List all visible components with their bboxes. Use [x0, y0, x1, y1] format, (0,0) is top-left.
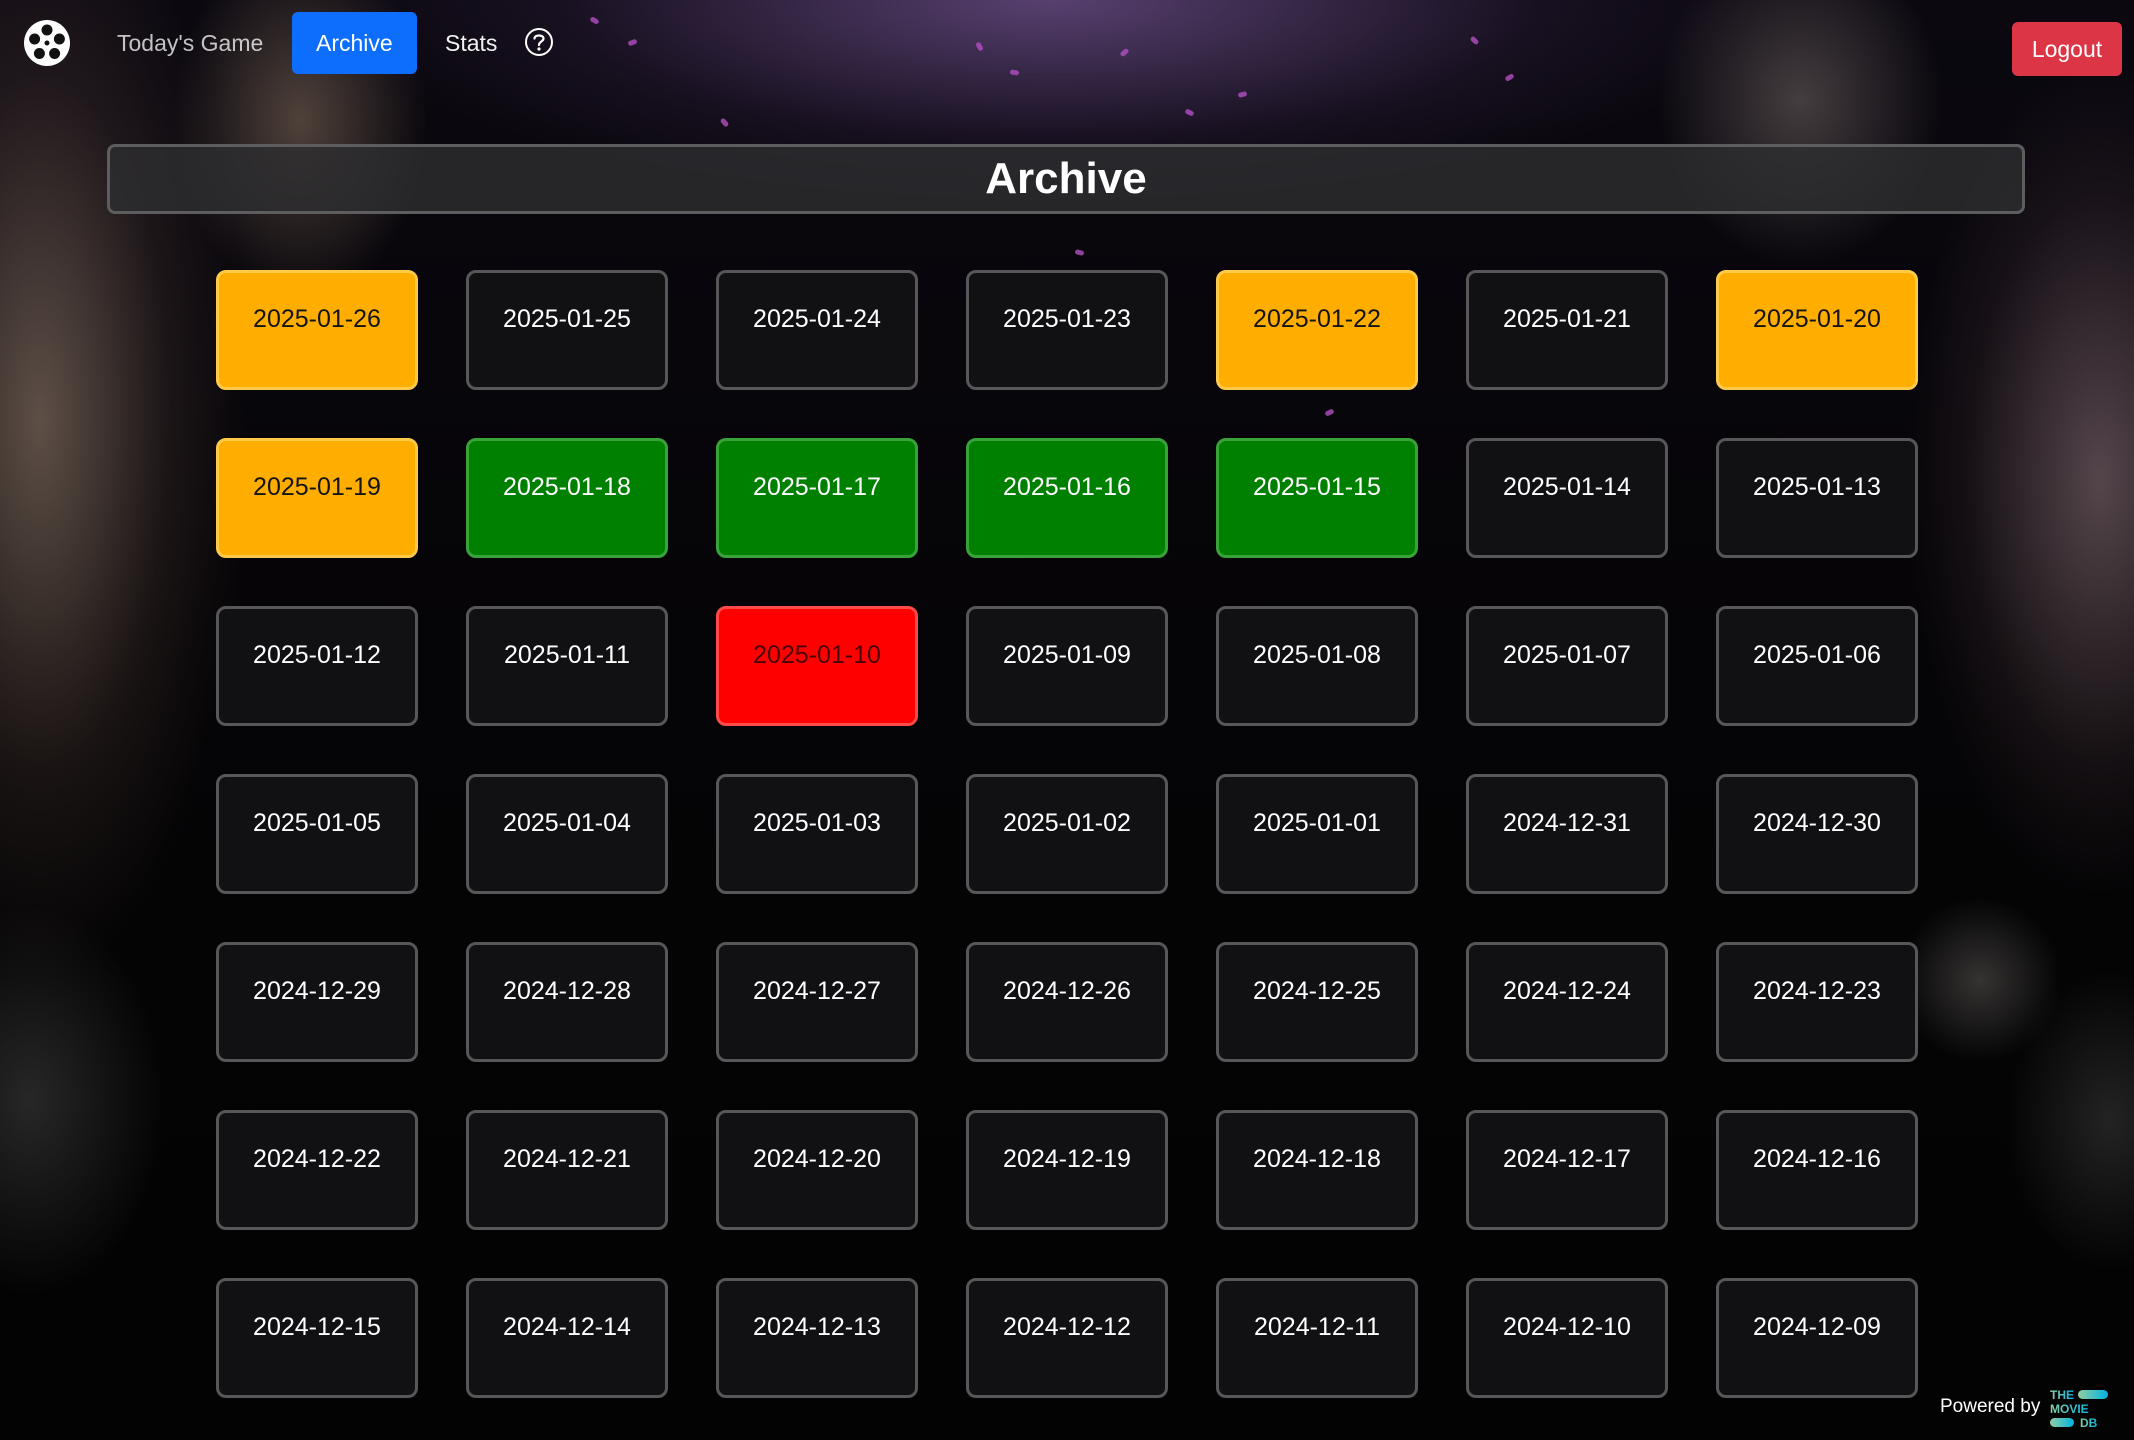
date-tile[interactable]: 2025-01-01	[1216, 774, 1418, 894]
logout-button[interactable]: Logout	[2012, 22, 2122, 76]
date-tile[interactable]: 2025-01-25	[466, 270, 668, 390]
page-title-bar: Archive	[107, 144, 2025, 214]
date-tile[interactable]: 2025-01-16	[966, 438, 1168, 558]
date-tile[interactable]: 2025-01-02	[966, 774, 1168, 894]
powered-by-label: Powered by	[1940, 1396, 2041, 1417]
date-tile[interactable]: 2024-12-29	[216, 942, 418, 1062]
date-tile[interactable]: 2025-01-06	[1716, 606, 1918, 726]
date-tile[interactable]: 2025-01-04	[466, 774, 668, 894]
date-tile[interactable]: 2024-12-18	[1216, 1110, 1418, 1230]
nav-archive[interactable]: Archive	[292, 12, 417, 74]
date-tile[interactable]: 2024-12-17	[1466, 1110, 1668, 1230]
date-tile[interactable]: 2024-12-26	[966, 942, 1168, 1062]
date-tile[interactable]: 2025-01-05	[216, 774, 418, 894]
film-reel-icon[interactable]	[22, 18, 72, 68]
date-tile[interactable]: 2024-12-30	[1716, 774, 1918, 894]
date-tile[interactable]: 2024-12-11	[1216, 1278, 1418, 1398]
date-tile[interactable]: 2025-01-03	[716, 774, 918, 894]
date-tile[interactable]: 2025-01-22	[1216, 270, 1418, 390]
date-tile[interactable]: 2025-01-19	[216, 438, 418, 558]
date-tile[interactable]: 2025-01-10	[716, 606, 918, 726]
date-tile[interactable]: 2024-12-16	[1716, 1110, 1918, 1230]
date-tile[interactable]: 2025-01-14	[1466, 438, 1668, 558]
date-tile[interactable]: 2025-01-07	[1466, 606, 1668, 726]
date-tile[interactable]: 2025-01-09	[966, 606, 1168, 726]
date-tile[interactable]: 2024-12-09	[1716, 1278, 1918, 1398]
tmdb-logo-line2: MOVIE	[2050, 1402, 2089, 1416]
date-tile[interactable]: 2024-12-10	[1466, 1278, 1668, 1398]
date-tile[interactable]: 2025-01-12	[216, 606, 418, 726]
tmdb-logo-icon[interactable]: THE MOVIE DB	[2048, 1386, 2110, 1430]
date-tile[interactable]: 2024-12-15	[216, 1278, 418, 1398]
date-tile[interactable]: 2024-12-20	[716, 1110, 918, 1230]
date-tile[interactable]: 2024-12-22	[216, 1110, 418, 1230]
date-tile[interactable]: 2024-12-25	[1216, 942, 1418, 1062]
date-tile[interactable]: 2025-01-11	[466, 606, 668, 726]
date-tile[interactable]: 2025-01-17	[716, 438, 918, 558]
navbar: Today's Game Archive Stats Logout	[0, 0, 2134, 88]
date-tile[interactable]: 2025-01-26	[216, 270, 418, 390]
nav-stats[interactable]: Stats	[445, 12, 497, 74]
date-tile[interactable]: 2025-01-13	[1716, 438, 1918, 558]
archive-date-grid: 2025-01-26 2025-01-25 2025-01-24 2025-01-23…	[216, 270, 1920, 1398]
date-tile[interactable]: 2025-01-23	[966, 270, 1168, 390]
date-tile[interactable]: 2024-12-27	[716, 942, 918, 1062]
date-tile[interactable]: 2025-01-24	[716, 270, 918, 390]
date-tile[interactable]: 2025-01-20	[1716, 270, 1918, 390]
date-tile[interactable]: 2024-12-28	[466, 942, 668, 1062]
date-tile[interactable]: 2024-12-14	[466, 1278, 668, 1398]
date-tile[interactable]: 2025-01-08	[1216, 606, 1418, 726]
date-tile[interactable]: 2024-12-19	[966, 1110, 1168, 1230]
date-tile[interactable]: 2025-01-18	[466, 438, 668, 558]
tmdb-logo-line1: THE	[2050, 1388, 2074, 1402]
date-tile[interactable]: 2024-12-24	[1466, 942, 1668, 1062]
nav-todays-game[interactable]: Today's Game	[117, 12, 263, 74]
date-tile[interactable]: 2024-12-23	[1716, 942, 1918, 1062]
date-tile[interactable]: 2024-12-13	[716, 1278, 918, 1398]
page-title: Archive	[985, 154, 1147, 203]
date-tile[interactable]: 2025-01-21	[1466, 270, 1668, 390]
date-tile[interactable]: 2024-12-21	[466, 1110, 668, 1230]
date-tile[interactable]: 2024-12-31	[1466, 774, 1668, 894]
question-circle-icon[interactable]	[524, 27, 554, 57]
date-tile[interactable]: 2025-01-15	[1216, 438, 1418, 558]
date-tile[interactable]: 2024-12-12	[966, 1278, 1168, 1398]
tmdb-logo-line3: DB	[2080, 1416, 2098, 1430]
